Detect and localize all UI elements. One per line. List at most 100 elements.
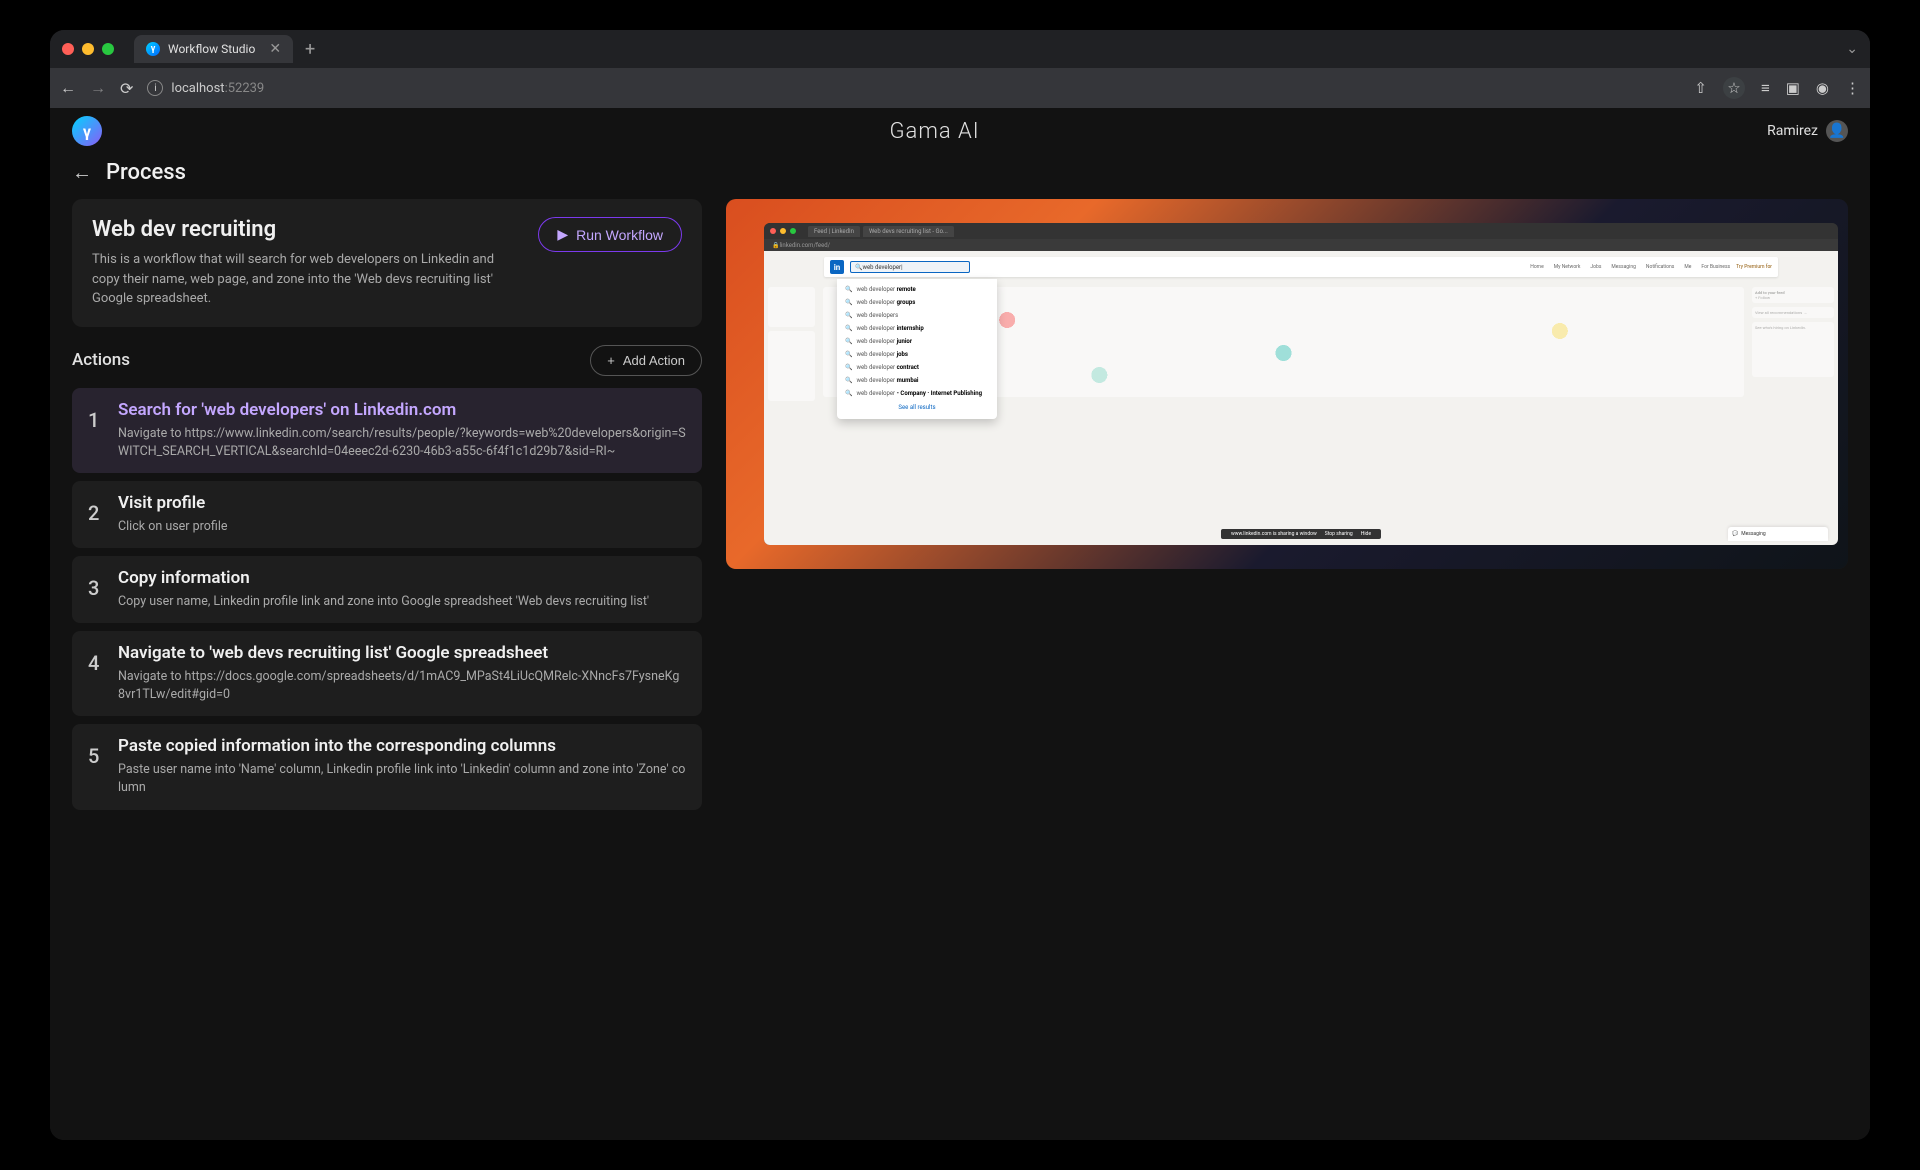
- close-window-icon[interactable]: [62, 43, 74, 55]
- preview-nav-item: Notifications: [1646, 264, 1674, 270]
- preview-screenshot: Feed | LinkedIn Web devs recruiting list…: [726, 199, 1848, 569]
- preview-min-icon: [780, 228, 786, 234]
- action-description: Navigate to https://www.linkedin.com/sea…: [118, 425, 686, 461]
- plus-icon: +: [607, 353, 615, 368]
- preview-sharing-bar: www.linkedin.com is sharing a window Sto…: [1221, 529, 1381, 539]
- url-host: localhost: [171, 81, 224, 96]
- preview-suggestion: 🔍 web developer junior: [837, 335, 997, 348]
- action-description: Navigate to https://docs.google.com/spre…: [118, 668, 686, 704]
- add-action-button[interactable]: + Add Action: [590, 345, 702, 376]
- workflow-title: Web dev recruiting: [92, 217, 518, 242]
- action-number: 5: [88, 744, 102, 768]
- action-body: Navigate to 'web devs recruiting list' G…: [118, 643, 686, 704]
- titlebar: γ Workflow Studio ✕ + ⌄: [50, 30, 1870, 68]
- action-description: Click on user profile: [118, 518, 686, 536]
- preview-nav-item: Home: [1530, 264, 1543, 270]
- workflow-description: This is a workflow that will search for …: [92, 250, 518, 309]
- action-title: Paste copied information into the corres…: [118, 736, 686, 756]
- app-logo-icon[interactable]: γ: [72, 116, 102, 146]
- preview-tabs: Feed | LinkedIn Web devs recruiting list…: [808, 226, 954, 237]
- preview-suggestion: 🔍 web developer remote: [837, 283, 997, 296]
- action-body: Search for 'web developers' on Linkedin.…: [118, 400, 686, 461]
- forward-icon[interactable]: →: [90, 78, 106, 98]
- actions-header: Actions + Add Action: [72, 345, 702, 376]
- preview-pane: Feed | LinkedIn Web devs recruiting list…: [726, 199, 1848, 569]
- action-title: Copy information: [118, 568, 686, 588]
- preview-suggestion: 🔍 web developer jobs: [837, 348, 997, 361]
- browser-toolbar: ← → ⟳ i localhost:52239 ⇧ ☆ ≡ ▣ ◉ ⋮: [50, 68, 1870, 108]
- preview-messaging: 💬 Messaging: [1728, 527, 1828, 541]
- preview-nav-item: For Business: [1701, 264, 1730, 270]
- maximize-window-icon[interactable]: [102, 43, 114, 55]
- user-name: Ramirez: [1767, 123, 1818, 139]
- preview-suggestion: 🔍 web developer contract: [837, 361, 997, 374]
- preview-search-input: 🔍 web developer|: [850, 261, 970, 273]
- profile-icon[interactable]: ◉: [1816, 79, 1829, 97]
- preview-nav-item: My Network: [1554, 264, 1581, 270]
- action-number: 4: [88, 651, 102, 675]
- preview-suggestion: 🔍 web developer groups: [837, 296, 997, 309]
- preview-tab: Web devs recruiting list - Go...: [863, 226, 954, 237]
- preview-browser-window: Feed | LinkedIn Web devs recruiting list…: [764, 223, 1838, 545]
- traffic-lights: [62, 43, 114, 55]
- playlist-icon[interactable]: ≡: [1761, 79, 1770, 97]
- preview-nav: Home My Network Jobs Messaging Notifications…: [976, 264, 1730, 270]
- action-description: Copy user name, Linkedin profile link an…: [118, 593, 686, 611]
- preview-suggestion: 🔍 web developer - Company · Internet Pub…: [837, 387, 997, 400]
- preview-page: Add to your feed+ Follow View all recomm…: [764, 251, 1838, 545]
- action-title: Visit profile: [118, 493, 686, 513]
- menu-icon[interactable]: ⋮: [1845, 79, 1860, 97]
- preview-see-all: See all results: [837, 400, 997, 415]
- preview-nav-item: Jobs: [1590, 264, 1601, 270]
- toolbar-right: ⇧ ☆ ≡ ▣ ◉ ⋮: [1694, 77, 1860, 99]
- reload-icon[interactable]: ⟳: [120, 79, 133, 98]
- preview-nav-item: Me: [1684, 264, 1691, 270]
- app-title: Gama AI: [102, 119, 1767, 144]
- preview-search-dropdown: 🔍 web developer remote🔍 web developer gr…: [837, 279, 997, 419]
- action-number: 3: [88, 576, 102, 600]
- action-title: Navigate to 'web devs recruiting list' G…: [118, 643, 686, 663]
- browser-window: γ Workflow Studio ✕ + ⌄ ← → ⟳ i localhos…: [50, 30, 1870, 1140]
- bookmark-icon[interactable]: ☆: [1723, 77, 1745, 99]
- action-item[interactable]: 3 Copy information Copy user name, Linke…: [72, 556, 702, 623]
- action-item[interactable]: 4 Navigate to 'web devs recruiting list'…: [72, 631, 702, 716]
- tab-title: Workflow Studio: [168, 42, 255, 56]
- preview-urlbar: 🔒 linkedin.com/feed/: [764, 239, 1838, 251]
- panel-icon[interactable]: ▣: [1786, 79, 1800, 97]
- preview-max-icon: [790, 228, 796, 234]
- preview-nav-item: Messaging: [1611, 264, 1636, 270]
- add-action-label: Add Action: [623, 353, 685, 368]
- preview-suggestion: 🔍 web developer internship: [837, 322, 997, 335]
- site-info-icon[interactable]: i: [147, 80, 163, 96]
- user-avatar-icon: 👤: [1826, 120, 1848, 142]
- back-icon[interactable]: ←: [60, 78, 76, 98]
- action-item[interactable]: 5 Paste copied information into the corr…: [72, 724, 702, 809]
- back-arrow-icon[interactable]: ←: [72, 160, 92, 185]
- user-menu[interactable]: Ramirez 👤: [1767, 120, 1848, 142]
- action-body: Visit profile Click on user profile: [118, 493, 686, 536]
- tab-close-icon[interactable]: ✕: [269, 41, 281, 57]
- preview-topbar: in 🔍 web developer| HomeMy NetworkJobsMe…: [824, 257, 1778, 277]
- action-number: 2: [88, 501, 102, 525]
- browser-tab[interactable]: γ Workflow Studio ✕: [134, 35, 293, 63]
- minimize-window-icon[interactable]: [82, 43, 94, 55]
- breadcrumb: ← Process: [72, 160, 1848, 185]
- app-header: γ Gama AI Ramirez 👤: [50, 108, 1870, 154]
- action-body: Copy information Copy user name, Linkedi…: [118, 568, 686, 611]
- action-item[interactable]: 2 Visit profile Click on user profile: [72, 481, 702, 548]
- run-workflow-button[interactable]: ▶ Run Workflow: [538, 217, 682, 252]
- preview-suggestion: 🔍 web developer mumbai: [837, 374, 997, 387]
- preview-close-icon: [770, 228, 776, 234]
- share-icon[interactable]: ⇧: [1694, 79, 1707, 97]
- actions-list: 1 Search for 'web developers' on Linkedi…: [72, 388, 702, 810]
- tab-favicon-icon: γ: [146, 42, 160, 56]
- preview-titlebar: Feed | LinkedIn Web devs recruiting list…: [764, 223, 1838, 239]
- action-item[interactable]: 1 Search for 'web developers' on Linkedi…: [72, 388, 702, 473]
- url-bar[interactable]: i localhost:52239: [147, 80, 1680, 96]
- main-grid: Web dev recruiting This is a workflow th…: [72, 199, 1848, 1118]
- action-number: 1: [88, 408, 102, 432]
- chevron-down-icon[interactable]: ⌄: [1846, 41, 1858, 57]
- play-icon: ▶: [557, 226, 568, 243]
- url-port: :52239: [225, 81, 265, 96]
- new-tab-icon[interactable]: +: [305, 39, 315, 60]
